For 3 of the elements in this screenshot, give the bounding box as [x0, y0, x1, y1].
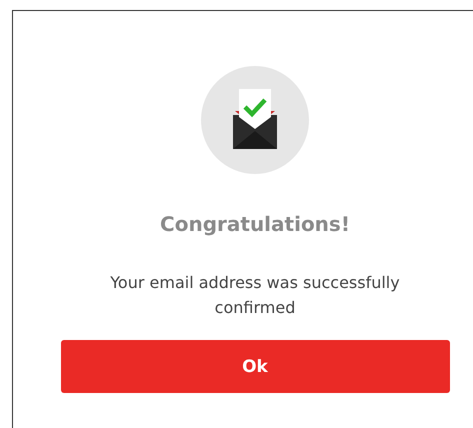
- dialog-title: Congratulations!: [160, 211, 350, 237]
- ok-button[interactable]: Ok: [60, 340, 450, 393]
- dialog-message: Your email address was successfully confirmed: [109, 272, 401, 319]
